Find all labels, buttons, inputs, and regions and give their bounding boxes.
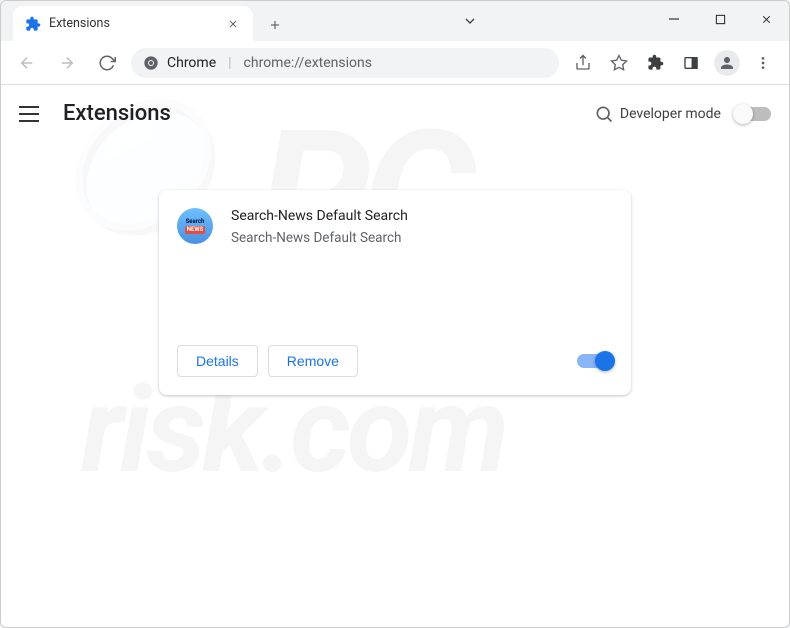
content-area: Search NEWS Search-News Default Search S…	[1, 142, 789, 627]
chrome-logo-icon	[143, 55, 159, 71]
back-button[interactable]	[11, 47, 43, 79]
extension-enable-toggle[interactable]	[577, 354, 613, 368]
extension-name: Search-News Default Search	[231, 208, 408, 224]
search-extensions-icon[interactable]	[588, 98, 620, 130]
addressbar: Chrome | chrome://extensions	[1, 41, 789, 85]
details-button[interactable]: Details	[177, 345, 258, 377]
developer-mode-toggle[interactable]	[735, 107, 771, 121]
extension-app-icon: Search NEWS	[177, 208, 213, 244]
new-tab-button[interactable]	[261, 11, 289, 39]
tab-title: Extensions	[49, 16, 110, 31]
sidepanel-icon[interactable]	[675, 47, 707, 79]
profile-button[interactable]	[711, 47, 743, 79]
page-title: Extensions	[63, 101, 171, 126]
developer-mode-label: Developer mode	[620, 106, 721, 122]
tab-close-icon[interactable]	[225, 16, 241, 32]
url-path: chrome://extensions	[244, 55, 372, 71]
remove-button[interactable]: Remove	[268, 345, 358, 377]
extension-favicon-icon	[25, 16, 41, 32]
forward-button[interactable]	[51, 47, 83, 79]
extensions-icon[interactable]	[639, 47, 671, 79]
maximize-button[interactable]	[697, 1, 743, 37]
reload-button[interactable]	[91, 47, 123, 79]
titlebar: Extensions	[1, 1, 789, 41]
address-input[interactable]: Chrome | chrome://extensions	[131, 48, 559, 78]
close-button[interactable]	[743, 1, 789, 37]
url-separator: |	[228, 55, 231, 71]
minimize-button[interactable]	[651, 1, 697, 37]
browser-tab[interactable]: Extensions	[13, 6, 253, 41]
url-scheme: Chrome	[167, 55, 216, 71]
extension-description: Search-News Default Search	[231, 230, 408, 246]
extension-card: Search NEWS Search-News Default Search S…	[159, 190, 631, 395]
extensions-header: Extensions Developer mode	[1, 85, 789, 142]
bookmark-star-icon[interactable]	[603, 47, 635, 79]
menu-dots-icon[interactable]	[747, 47, 779, 79]
share-icon[interactable]	[567, 47, 599, 79]
hamburger-menu-icon[interactable]	[19, 102, 43, 126]
tab-search-chevron[interactable]	[452, 13, 488, 29]
